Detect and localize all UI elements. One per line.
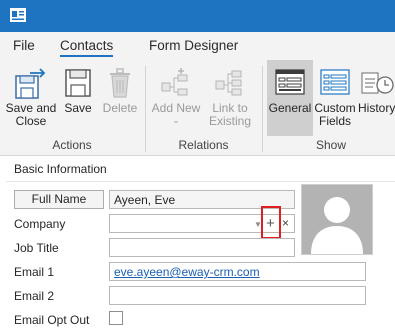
- clear-company-icon[interactable]: ×: [282, 216, 289, 230]
- title-bar: [0, 0, 395, 32]
- history-button[interactable]: History: [357, 60, 395, 136]
- group-label-show: Show: [315, 138, 347, 152]
- save-and-close-button[interactable]: Save and Close: [4, 60, 58, 136]
- trash-icon: [110, 68, 130, 98]
- email-1-link[interactable]: eve.ayeen@eway-crm.com: [114, 265, 260, 279]
- custom-fields-button[interactable]: Custom Fields: [314, 60, 356, 136]
- email-opt-out-label: Email Opt Out: [14, 313, 90, 327]
- custom-fields-icon: [320, 69, 350, 95]
- job-title-label: Job Title: [14, 241, 59, 255]
- general-form-icon: [275, 69, 305, 95]
- add-company-highlight: [261, 206, 281, 239]
- group-label-relations: Relations: [178, 138, 229, 152]
- save-and-close-label: Save and Close: [5, 101, 57, 128]
- general-button[interactable]: General: [267, 60, 313, 136]
- delete-label: Delete: [102, 101, 138, 115]
- link-to-existing-icon: [215, 70, 242, 96]
- general-label: General: [268, 101, 312, 115]
- add-new-button[interactable]: Add New ⌄: [150, 60, 202, 136]
- save-and-close-icon: [15, 68, 46, 99]
- email-1-field[interactable]: eve.ayeen@eway-crm.com: [109, 262, 366, 281]
- history-icon: [361, 72, 394, 94]
- email-1-label: Email 1: [14, 265, 55, 279]
- custom-fields-label: Custom Fields: [314, 101, 356, 128]
- ribbon-separator: [262, 66, 263, 152]
- section-divider: [6, 181, 395, 182]
- delete-button[interactable]: Delete: [100, 60, 140, 136]
- person-silhouette-icon: [311, 197, 363, 254]
- history-label: History: [358, 101, 395, 115]
- ribbon: Save and Close Save Delete Actions Add N…: [0, 60, 395, 156]
- email-2-field[interactable]: [109, 286, 366, 305]
- section-title-basic-information: Basic Information: [14, 162, 107, 176]
- save-label: Save: [64, 101, 92, 115]
- save-icon: [65, 69, 91, 97]
- email-opt-out-checkbox[interactable]: [109, 311, 123, 325]
- group-label-actions: Actions: [52, 138, 92, 152]
- company-label: Company: [14, 217, 66, 231]
- link-to-existing-button[interactable]: Link to Existing: [203, 60, 257, 136]
- job-title-field[interactable]: [109, 238, 295, 257]
- tab-contacts[interactable]: Contacts: [60, 38, 114, 57]
- contact-photo[interactable]: [301, 184, 373, 255]
- full-name-button[interactable]: Full Name: [14, 190, 104, 209]
- save-button[interactable]: Save: [60, 60, 96, 136]
- add-new-relation-icon: [161, 68, 188, 96]
- ribbon-tabs: File Contacts Form Designer: [0, 32, 395, 60]
- tab-form-designer[interactable]: Form Designer: [149, 38, 238, 53]
- ribbon-separator: [145, 66, 146, 152]
- full-name-value: Ayeen, Eve: [114, 193, 176, 207]
- contact-card-icon: [10, 8, 26, 22]
- tab-file[interactable]: File: [13, 38, 35, 53]
- email-2-label: Email 2: [14, 289, 55, 303]
- add-new-dropdown-icon: ⌄: [172, 115, 180, 125]
- link-to-existing-label: Link to Existing: [208, 101, 252, 128]
